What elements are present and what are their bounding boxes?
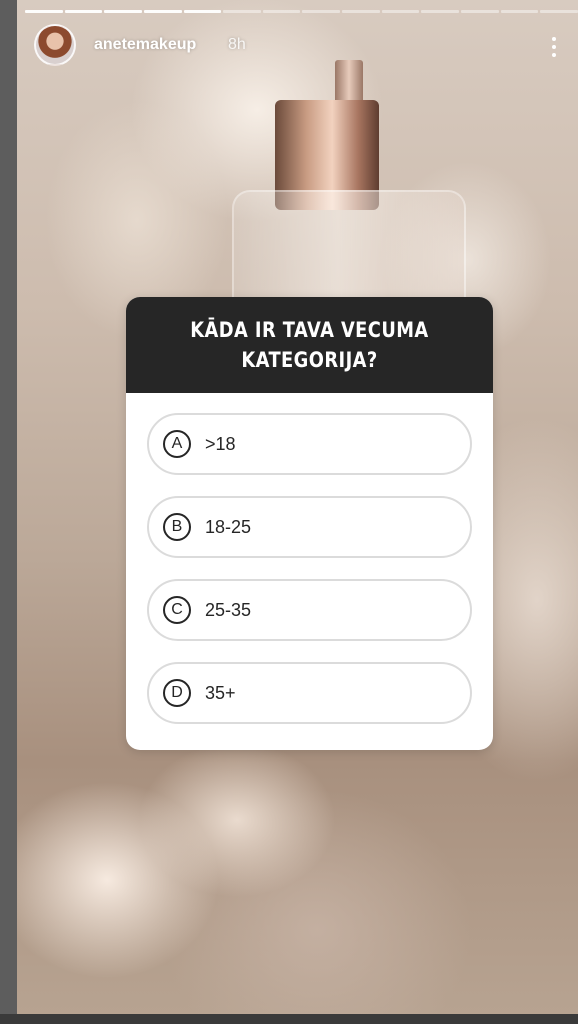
option-label: 35+ <box>205 682 236 703</box>
quiz-options: A >18 B 18-25 C 25-35 D 35+ <box>126 393 493 724</box>
quiz-option-c[interactable]: C 25-35 <box>147 579 472 641</box>
quiz-header: KĀDA IR TAVA VECUMA KATEGORIJA? <box>126 297 493 393</box>
progress-segment <box>104 10 142 13</box>
progress-segment <box>64 10 103 13</box>
progress-segment <box>461 10 499 13</box>
option-letter-badge: A <box>163 430 191 458</box>
progress-segment <box>183 10 222 13</box>
progress-segment <box>223 10 261 13</box>
progress-segment <box>262 10 301 13</box>
avatar[interactable] <box>34 24 76 66</box>
quiz-option-a[interactable]: A >18 <box>147 413 472 475</box>
timestamp: 8h <box>228 36 246 53</box>
progress-segment <box>25 10 63 13</box>
quiz-option-d[interactable]: D 35+ <box>147 662 472 724</box>
option-label: 18-25 <box>205 516 252 537</box>
progress-segment <box>381 10 420 13</box>
option-label: 25-35 <box>205 599 252 620</box>
frame-edge <box>0 0 17 1024</box>
quiz-sticker: KĀDA IR TAVA VECUMA KATEGORIJA? A >18 B … <box>126 297 493 750</box>
progress-segment <box>421 10 460 13</box>
option-letter-badge: D <box>163 679 191 707</box>
option-letter-badge: C <box>163 596 191 624</box>
frame-edge-bottom <box>0 1014 578 1024</box>
option-letter-badge: B <box>163 513 191 541</box>
story-progress-bar <box>25 10 578 13</box>
progress-segment <box>342 10 380 13</box>
progress-segment <box>500 10 539 13</box>
quiz-option-b[interactable]: B 18-25 <box>147 496 472 558</box>
option-label: >18 <box>205 433 236 454</box>
story-header: anetemakeup 8h <box>34 24 574 70</box>
progress-segment <box>540 10 578 13</box>
quiz-question: KĀDA IR TAVA VECUMA KATEGORIJA? <box>190 318 429 372</box>
more-vertical-icon[interactable] <box>546 34 562 62</box>
progress-segment <box>302 10 341 13</box>
username[interactable]: anetemakeup <box>94 36 196 54</box>
progress-segment <box>143 10 182 13</box>
